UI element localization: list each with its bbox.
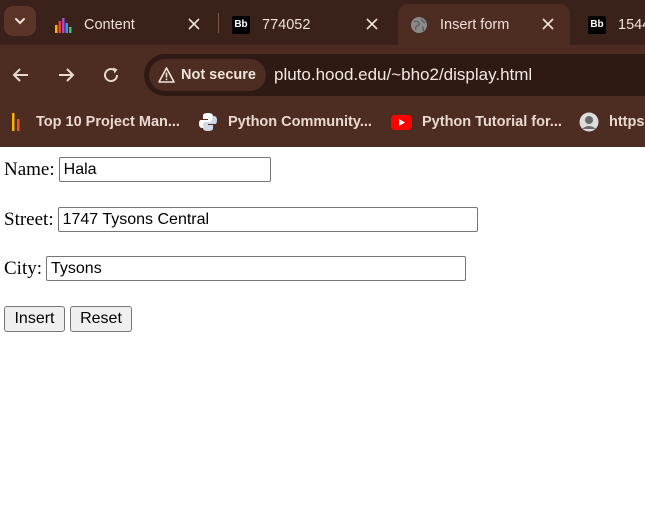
tab-1544[interactable]: Bb 1544 [572,4,645,45]
browser-chrome: Content Bb 774052 Insert form Bb 154 Not… [0,0,645,147]
close-icon[interactable] [186,16,202,32]
arrow-right-icon [59,68,75,82]
tab-title: Insert form [440,16,510,33]
site-info-chip[interactable]: Not secure [149,59,266,91]
colored-bars-icon [12,113,20,131]
city-input[interactable] [46,256,467,281]
blackboard-bb-icon: Bb [588,15,606,34]
tab-strip: Content Bb 774052 Insert form Bb 154 [0,0,645,45]
avatar-icon [579,112,599,132]
city-row: City: [4,256,467,281]
name-row: Name: [4,157,271,182]
page-content: Name: Street: City: Insert Reset [0,147,645,506]
bookmark-https[interactable]: https: [579,110,645,134]
reload-icon [104,67,119,83]
python-icon [199,113,217,131]
tab-search-button[interactable] [4,6,36,36]
bookmark-label: https: [609,114,645,130]
security-label: Not secure [181,67,256,83]
street-row: Street: [4,207,478,232]
youtube-icon [391,114,412,130]
tab-title: 1544 [618,16,645,33]
address-bar[interactable]: Not secure pluto.hood.edu/~bho2/display.… [144,54,645,96]
arrow-left-icon [12,68,28,82]
chevron-down-icon [15,18,25,25]
bookmark-label: Top 10 Project Man... [36,114,180,130]
bookmark-top-10-project[interactable]: Top 10 Project Man... [10,110,180,134]
name-input[interactable] [58,157,271,182]
globe-icon [410,16,428,34]
reset-button[interactable]: Reset [70,306,132,332]
city-label: City: [4,257,43,279]
forward-button[interactable] [51,60,81,90]
bookmark-label: Python Tutorial for... [422,114,562,130]
tab-content[interactable]: Content [38,4,216,45]
close-icon[interactable] [540,16,556,32]
tab-insert-form[interactable]: Insert form [398,4,570,45]
bookmark-python-tutorial[interactable]: Python Tutorial for... [391,110,562,134]
bookmark-python-community[interactable]: Python Community... [198,110,372,134]
url-text[interactable]: pluto.hood.edu/~bho2/display.html [274,65,532,85]
bar-chart-icon [54,16,72,34]
tab-774052[interactable]: Bb 774052 [216,4,394,45]
bookmark-label: Python Community... [228,114,372,130]
reload-button[interactable] [96,60,126,90]
close-icon[interactable] [364,16,380,32]
street-label: Street: [4,208,54,230]
street-input[interactable] [57,207,478,232]
blackboard-bb-icon: Bb [232,15,250,34]
back-button[interactable] [6,60,36,90]
name-label: Name: [4,158,55,180]
warning-icon [158,67,175,83]
tab-title: Content [84,16,135,33]
insert-button[interactable]: Insert [4,306,65,332]
tab-title: 774052 [262,16,311,33]
